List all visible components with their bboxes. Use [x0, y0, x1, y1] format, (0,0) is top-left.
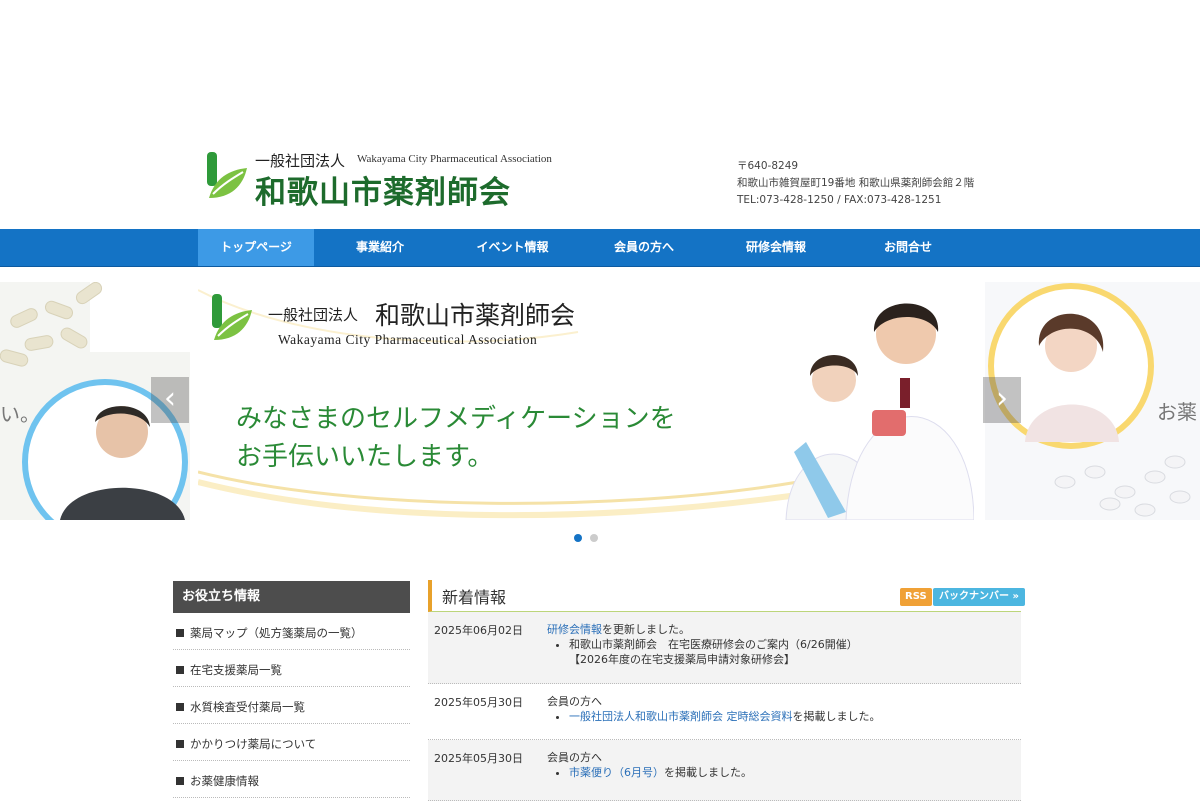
square-bullet-icon — [176, 629, 184, 637]
useful-info-sidebar: お役立ち情報 薬局マップ（処方箋薬局の一覧） 在宅支援薬局一覧 水質検査受付薬局… — [173, 581, 410, 798]
main-nav: トップページ 事業紹介 イベント情報 会員の方へ 研修会情報 お問合せ — [0, 229, 1200, 267]
news-row: 2025年06月02日 研修会情報を更新しました。 和歌山市薬剤師会 在宅医療研… — [428, 612, 1021, 684]
sidebar-item-label: かかりつけ薬局について — [190, 737, 317, 751]
slide-tagline: みなさまのセルフメディケーションを お手伝いいたします。 — [236, 400, 676, 476]
square-bullet-icon — [176, 703, 184, 711]
postal-code: 〒640-8249 — [737, 160, 799, 172]
slider-pagination — [574, 527, 606, 546]
sidebar-item-label: 在宅支援薬局一覧 — [190, 663, 282, 677]
news-bullet: 一般社団法人和歌山市薬剤師会 定時総会資料を掲載しました。 — [569, 709, 881, 724]
news-text: 会員の方へ — [547, 695, 602, 708]
news-bullet-subtext: 【2026年度の在宅支援薬局申請対象研修会】 — [569, 653, 795, 666]
nav-events[interactable]: イベント情報 — [455, 229, 570, 266]
news-bullet: 和歌山市薬剤師会 在宅医療研修会のご案内（6/26開催） 【2026年度の在宅支援… — [569, 637, 858, 667]
logo-english-name: Wakayama City Pharmaceutical Association — [357, 153, 552, 165]
sidebar-item-label: 薬局マップ（処方箋薬局の一覧） — [190, 626, 363, 640]
nav-contact[interactable]: お問合せ — [852, 229, 964, 266]
news-date: 2025年05月30日 — [434, 752, 523, 765]
rss-button[interactable]: RSS — [900, 588, 932, 606]
tagline-line-2: お手伝いいたします。 — [236, 442, 494, 472]
square-bullet-icon — [176, 666, 184, 674]
slide-current[interactable]: 一般社団法人 和歌山市薬剤師会 Wakayama City Pharmaceut… — [198, 282, 974, 520]
news-row: 2025年05月30日 会員の方へ 一般社団法人和歌山市薬剤師会 定時総会資料を… — [428, 684, 1021, 740]
nav-top-page[interactable]: トップページ — [198, 229, 314, 266]
slide-next-text: お薬 — [1157, 400, 1197, 424]
nav-training[interactable]: 研修会情報 — [720, 229, 832, 266]
slider-dot-2[interactable] — [590, 534, 598, 542]
back-number-button[interactable]: バックナンバー » — [933, 588, 1025, 606]
banner-leaf-logo-icon — [212, 294, 252, 340]
site-header: 一般社団法人 Wakayama City Pharmaceutical Asso… — [0, 0, 1200, 229]
news-title: 新着情報 — [442, 588, 507, 607]
slider-prev-button[interactable]: ‹ — [151, 377, 189, 423]
nav-members[interactable]: 会員の方へ — [588, 229, 700, 266]
banner-org-type: 一般社団法人 — [268, 306, 359, 324]
news-bullet-text: を掲載しました。 — [664, 766, 752, 779]
banner-org-name: 和歌山市薬剤師会 — [375, 301, 576, 330]
slider-dot-1[interactable] — [574, 534, 582, 542]
sidebar-item-label: お薬健康情報 — [190, 774, 259, 788]
news-body: 会員の方へ 市薬便り（6月号）を掲載しました。 — [547, 750, 752, 780]
news-text: 会員の方へ — [547, 751, 602, 764]
news-body: 研修会情報を更新しました。 和歌山市薬剤師会 在宅医療研修会のご案内（6/26開… — [547, 622, 858, 667]
tagline-line-1: みなさまのセルフメディケーションを — [236, 404, 676, 434]
sidebar-item-pharmacy-map[interactable]: 薬局マップ（処方箋薬局の一覧） — [173, 613, 410, 650]
hero-slider: い。 一般社団法人 和歌山市薬剤師会 Wakayama City Pharmac… — [0, 282, 1200, 522]
news-bullet-text: 和歌山市薬剤師会 在宅医療研修会のご案内（6/26開催） — [569, 638, 858, 651]
pharmacists-photo-icon — [785, 303, 974, 520]
news-section: 新着情報 RSS バックナンバー » 2025年06月02日 研修会情報を更新し… — [428, 580, 1025, 801]
contact-address: 〒640-8249 和歌山市雑賀屋町19番地 和歌山県薬剤師会館２階 TEL:0… — [737, 158, 974, 209]
street-address: 和歌山市雑賀屋町19番地 和歌山県薬剤師会館２階 — [737, 177, 975, 189]
sidebar-item-family-pharmacy[interactable]: かかりつけ薬局について — [173, 724, 410, 761]
square-bullet-icon — [176, 740, 184, 748]
square-bullet-icon — [176, 777, 184, 785]
slide-prev-text: い。 — [0, 402, 40, 426]
news-link[interactable]: 一般社団法人和歌山市薬剤師会 定時総会資料 — [569, 710, 793, 723]
leaf-logo-icon — [207, 152, 247, 198]
news-link[interactable]: 研修会情報 — [547, 623, 602, 636]
news-date: 2025年05月30日 — [434, 696, 523, 709]
slider-next-button[interactable]: › — [983, 377, 1021, 423]
site-logo[interactable]: 一般社団法人 Wakayama City Pharmaceutical Asso… — [205, 150, 565, 211]
news-link[interactable]: 市薬便り（6月号） — [569, 766, 664, 779]
news-body: 会員の方へ 一般社団法人和歌山市薬剤師会 定時総会資料を掲載しました。 — [547, 694, 881, 724]
sidebar-item-home-care-pharmacies[interactable]: 在宅支援薬局一覧 — [173, 650, 410, 687]
news-header: 新着情報 RSS バックナンバー » — [428, 580, 1025, 612]
sidebar-title: お役立ち情報 — [173, 581, 410, 613]
news-bullet-text: を掲載しました。 — [792, 710, 881, 723]
logo-org-name: 和歌山市薬剤師会 — [255, 175, 511, 211]
phone-fax: TEL:073-428-1250 / FAX:073-428-1251 — [737, 194, 942, 206]
banner-english-name: Wakayama City Pharmaceutical Association — [278, 332, 538, 347]
news-text: を更新しました。 — [602, 623, 690, 636]
sidebar-item-medicine-health[interactable]: お薬健康情報 — [173, 761, 410, 798]
sidebar-item-label: 水質検査受付薬局一覧 — [190, 700, 305, 714]
news-date: 2025年06月02日 — [434, 624, 523, 637]
news-bullet: 市薬便り（6月号）を掲載しました。 — [569, 765, 752, 780]
sidebar-item-water-testing[interactable]: 水質検査受付薬局一覧 — [173, 687, 410, 724]
news-row: 2025年05月30日 会員の方へ 市薬便り（6月号）を掲載しました。 — [428, 740, 1021, 801]
nav-business[interactable]: 事業紹介 — [325, 229, 435, 266]
